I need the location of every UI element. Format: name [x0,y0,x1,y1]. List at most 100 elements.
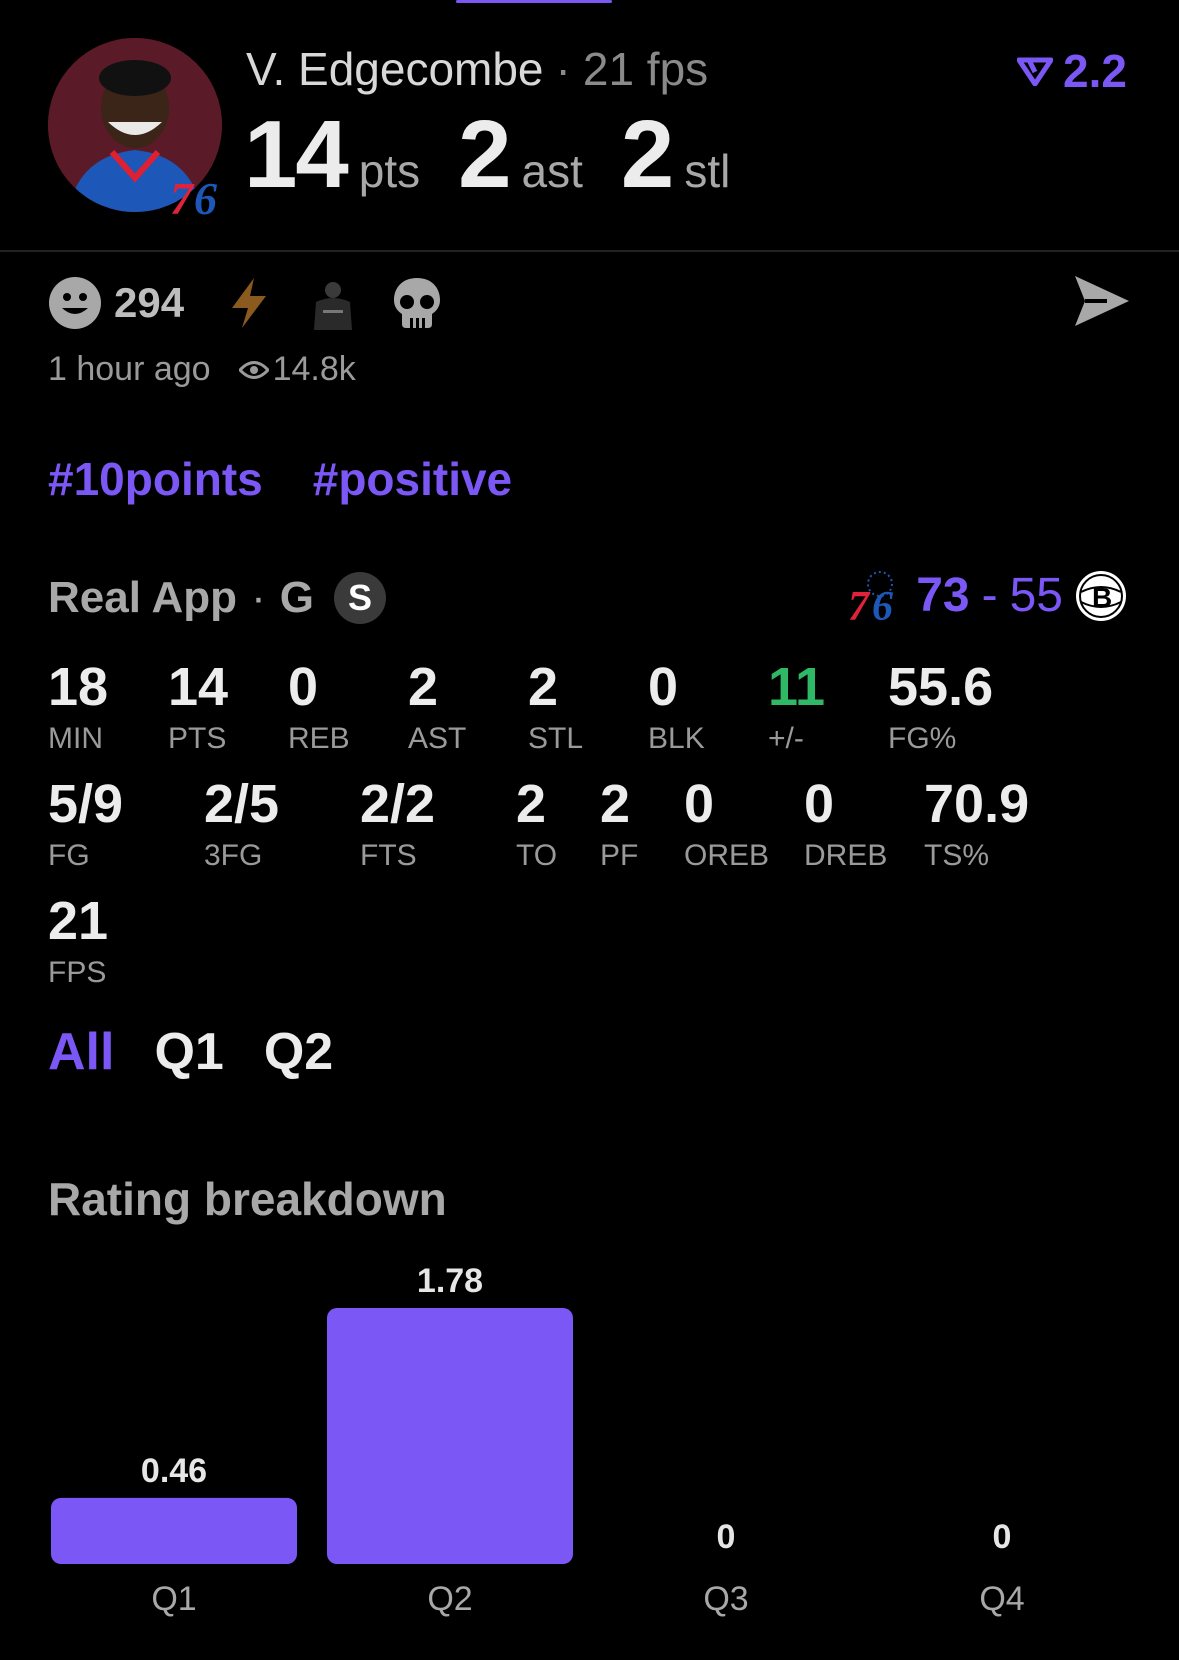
svg-text:6: 6 [194,173,217,220]
headline-points-unit: pts [358,145,421,197]
home-score: 73 [916,569,970,622]
post-time: 1 hour ago [48,350,211,388]
svg-text:7: 7 [848,584,871,622]
headline-steals-value: 2 [620,101,674,208]
category-label: Q1 [151,1580,196,1618]
bar-q1[interactable] [51,1497,297,1564]
stat-value: 70.9 [924,774,1030,834]
send-icon[interactable] [1073,274,1131,328]
stat-label: FG% [888,722,957,755]
hashtag-10points[interactable]: #10points [48,452,263,506]
stat-value: 0 [288,657,319,717]
stat-fps: 21 FPS [48,894,108,990]
stat-label: TS% [924,839,990,872]
stat-label: FPS [48,956,107,989]
stat-label: REB [288,722,350,755]
stat-value: 11 [768,657,826,717]
stat-value: 2 [528,657,559,717]
rating-logo-icon [1017,57,1054,86]
bar-value-label: 1.78 [417,1262,483,1300]
period-tabs: All Q1 Q2 [48,1022,333,1082]
separator: · [251,573,266,622]
smiley-icon[interactable] [48,276,102,330]
stat-ts-pct: 70.9 TS% [924,777,1029,873]
headline-stats: 14 pts 2 ast 2 stl [244,100,768,210]
team-76-badge-icon: 7 6 [170,173,217,220]
tab-q2[interactable]: Q2 [264,1022,333,1082]
player-fps: 21 fps [582,43,709,95]
bar-value-label: 0 [993,1518,1012,1556]
position-label: G [279,573,314,622]
player-rating[interactable]: 2.2 [1017,44,1127,98]
headline-points-value: 14 [244,101,349,208]
stat-pts: 14 PTS [168,660,228,756]
category-label: Q2 [427,1580,472,1618]
stat-value: 2/5 [204,774,280,834]
stat-value: 0 [804,774,835,834]
stat-value: 14 [168,657,229,717]
source-label: Real App [48,573,238,622]
stat-value: 0 [648,657,679,717]
stat-value: 2 [516,774,547,834]
stat-label: STL [528,722,584,755]
stat-label: TO [516,839,558,872]
header-divider [0,250,1179,252]
svg-text:6: 6 [872,584,893,622]
player-title: V. Edgecombe · 21 fps [246,42,708,96]
rating-breakdown-title: Rating breakdown [48,1173,447,1225]
stat-label: DREB [804,839,888,872]
stat-min: 18 MIN [48,660,108,756]
bar-value-label: 0 [717,1518,736,1556]
stat-value: 21 [48,891,109,951]
stat-label: AST [408,722,467,755]
game-score[interactable]: 7 6 73-55 B [848,568,1127,623]
hashtag-positive[interactable]: #positive [313,452,512,506]
stat-value: 18 [48,657,109,717]
stat-value: 55.6 [888,657,994,717]
stat-value: 2/2 [360,774,436,834]
separator: · [555,43,571,95]
stat-label: +/- [768,722,804,755]
bar-q2[interactable] [327,1308,573,1564]
reaction-count: 294 [114,279,185,326]
jersey-icon[interactable] [306,276,360,330]
hashtags: #10points #positive [48,452,512,506]
stat-ast: 2 AST [408,660,466,756]
headline-assists-unit: ast [521,145,583,197]
game-info: Real App · G S [48,572,386,624]
category-label: Q3 [703,1580,748,1618]
stat-value: 2 [600,774,631,834]
view-count: 14.8k [272,350,356,388]
lightning-icon[interactable] [222,276,276,330]
bar-value-label: 0.46 [141,1452,207,1490]
stat-to: 2 TO [516,777,557,873]
headline-steals-unit: stl [684,145,731,197]
stat-blk: 0 BLK [648,660,705,756]
stat-pf: 2 PF [600,777,638,873]
stat-label: BLK [648,722,705,755]
stat-stl: 2 STL [528,660,583,756]
headline-assists-value: 2 [458,101,511,208]
tab-all[interactable]: All [48,1022,114,1082]
post-meta: 1 hour ago 14.8k [48,350,356,389]
stat-label: OREB [684,839,770,872]
stat-value: 2 [408,657,439,717]
player-name[interactable]: V. Edgecombe [246,43,544,95]
stat-label: FG [48,839,90,872]
stat-plus-minus: 11 +/- [768,660,825,756]
stat-fts: 2/2 FTS [360,777,435,873]
away-score: 55 [1009,569,1063,622]
category-label: Q4 [979,1580,1024,1618]
reactions-bar: 294 [48,272,444,334]
tab-q1[interactable]: Q1 [154,1022,223,1082]
stat-label: 3FG [204,839,263,872]
stat-oreb: 0 OREB [684,777,769,873]
rating-breakdown-chart: 0.46 Q1 1.78 Q2 0 Q3 0 Q4 [51,1262,1025,1618]
rating-value: 2.2 [1063,45,1127,97]
skull-icon[interactable] [390,276,444,330]
stat-label: PTS [168,722,227,755]
sixers-logo-icon: 7 6 [848,570,894,622]
starter-badge: S [333,572,386,624]
stat-fg-pct: 55.6 FG% [888,660,993,756]
stat-label: FTS [360,839,417,872]
